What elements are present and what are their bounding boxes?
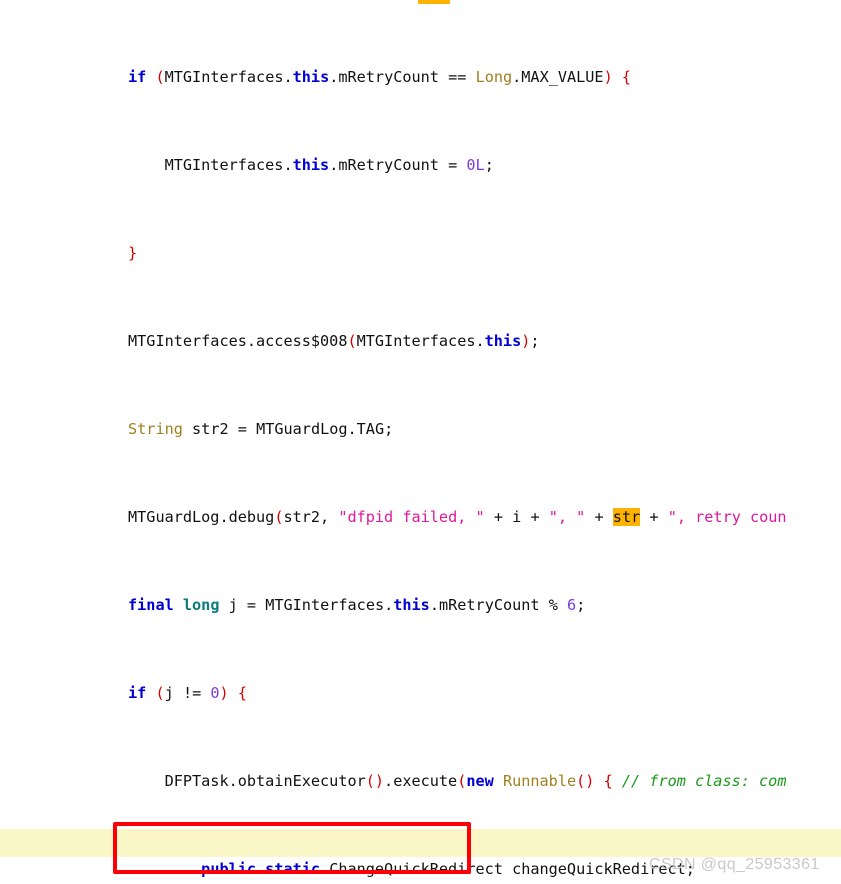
code-viewer[interactable]: if (MTGInterfaces.this.mRetryCount == Lo… xyxy=(0,0,841,884)
code-line[interactable]: MTGuardLog.debug(str2, "dfpid failed, " … xyxy=(0,506,841,528)
code-line[interactable]: final long j = MTGInterfaces.this.mRetry… xyxy=(0,594,841,616)
code-line[interactable]: String str2 = MTGuardLog.TAG; xyxy=(0,418,841,440)
partial-search-match-highlight xyxy=(418,0,450,4)
code-line[interactable]: if (MTGInterfaces.this.mRetryCount == Lo… xyxy=(0,66,841,88)
code-line[interactable]: DFPTask.obtainExecutor().execute(new Run… xyxy=(0,770,841,792)
csdn-watermark: CSDN @qq_25953361 xyxy=(649,856,820,873)
code-line[interactable]: } xyxy=(0,242,841,264)
code-line[interactable]: MTGInterfaces.this.mRetryCount = 0L; xyxy=(0,154,841,176)
code-line[interactable]: MTGInterfaces.access$008(MTGInterfaces.t… xyxy=(0,330,841,352)
code-line[interactable]: if (j != 0) { xyxy=(0,682,841,704)
code-content[interactable]: if (MTGInterfaces.this.mRetryCount == Lo… xyxy=(0,0,841,884)
